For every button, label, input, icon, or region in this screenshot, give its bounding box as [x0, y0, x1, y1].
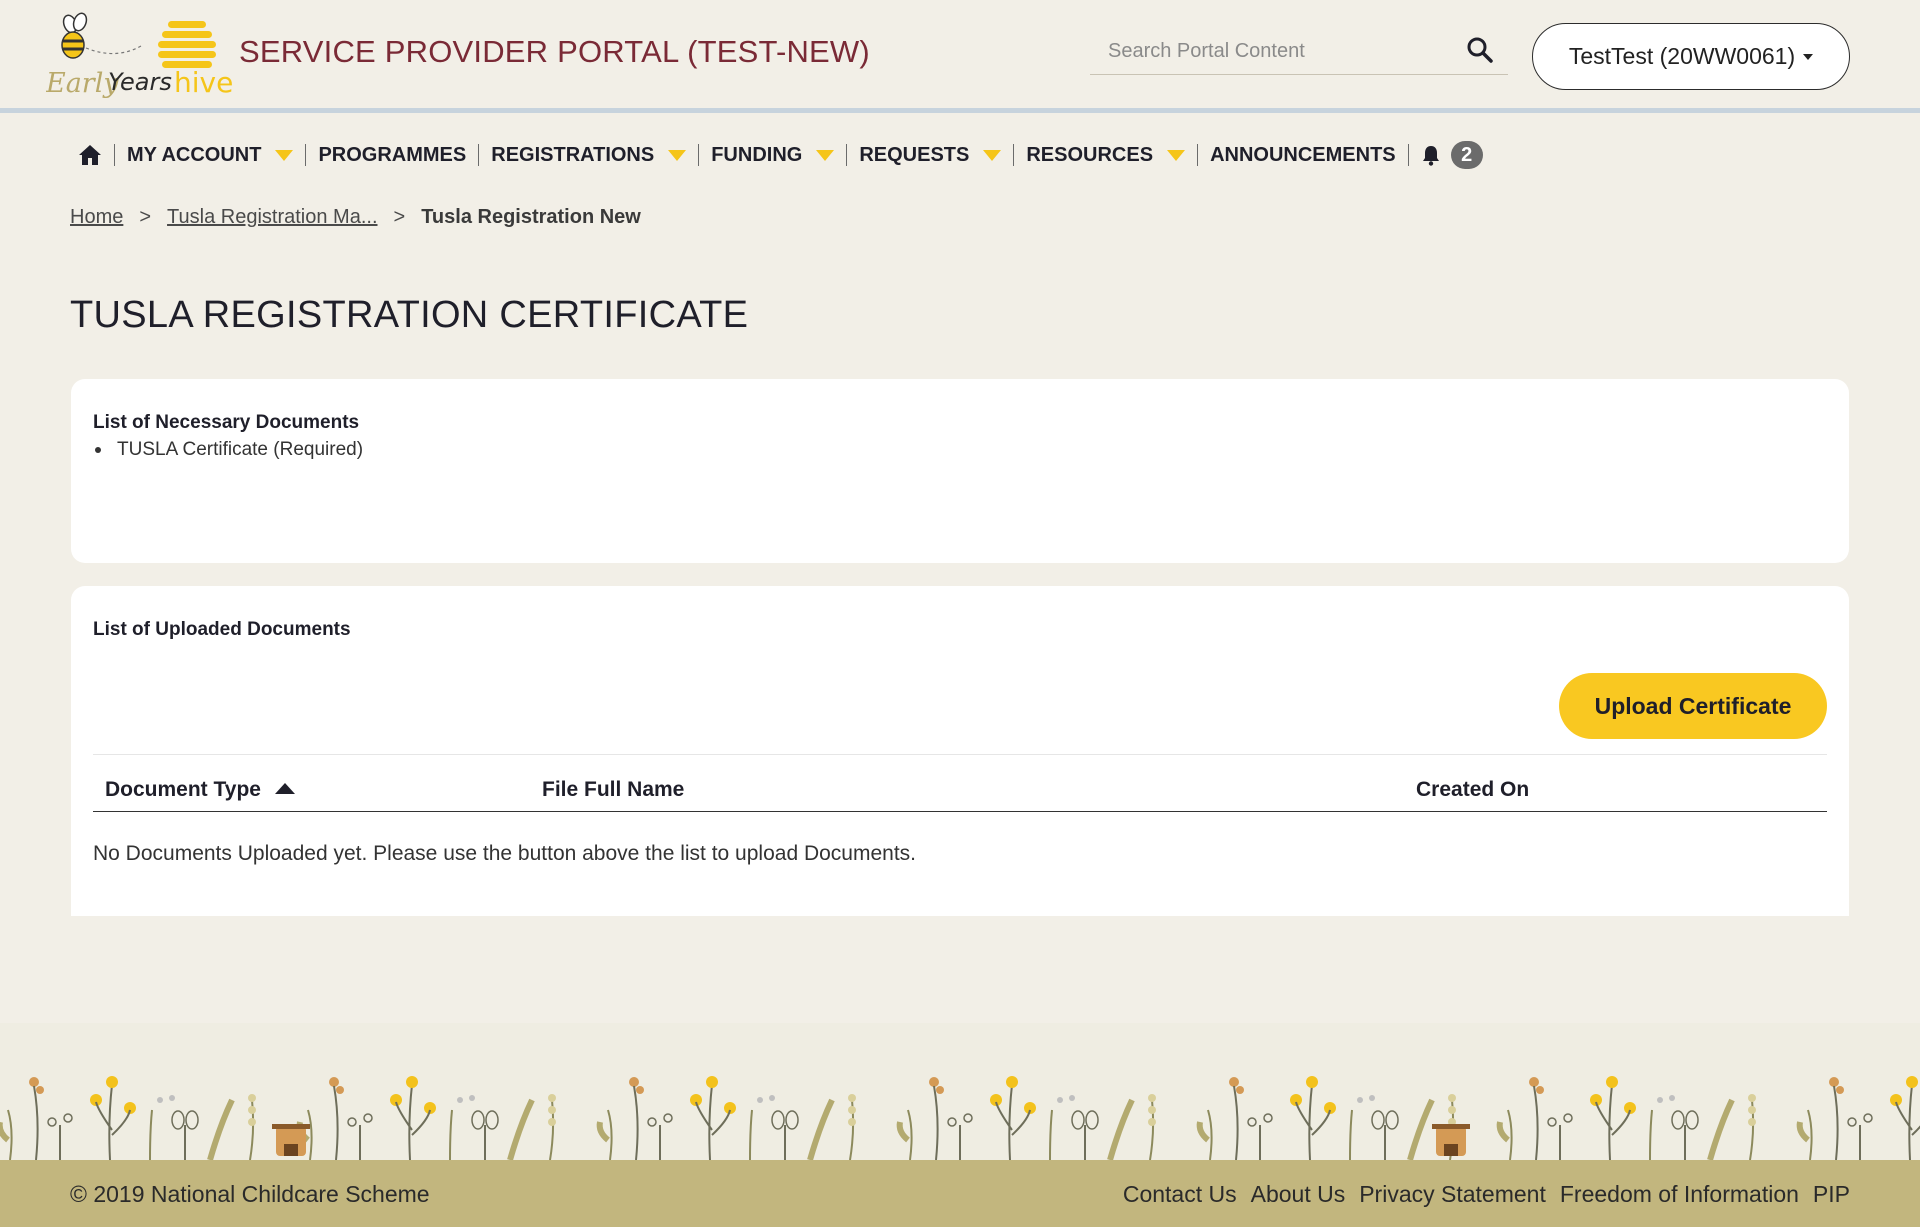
site-header: Early Years hive SERVICE PROVIDER PORTAL…	[0, 0, 1920, 113]
flower-border-decoration	[0, 1070, 1920, 1160]
bullet-icon	[95, 447, 101, 453]
page-title: TUSLA REGISTRATION CERTIFICATE	[70, 294, 749, 336]
nav-funding-label: FUNDING	[711, 143, 803, 166]
sort-ascending-icon	[274, 782, 295, 794]
search-bar	[1090, 28, 1508, 75]
nav-programmes-label: PROGRAMMES	[318, 143, 467, 166]
main-nav: MY ACCOUNT PROGRAMMES REGISTRATIONS FUND…	[74, 137, 1495, 173]
nav-funding[interactable]: FUNDING	[699, 137, 846, 173]
bell-icon	[1422, 146, 1439, 166]
caret-down-icon	[983, 149, 1002, 161]
necessary-documents-list: TUSLA Certificate (Required)	[93, 439, 363, 461]
nav-my-account-label: MY ACCOUNT	[127, 143, 262, 166]
copyright-text: © 2019 National Childcare Scheme	[70, 1181, 430, 1207]
footer-link-pip[interactable]: PIP	[1813, 1181, 1850, 1208]
caret-down-icon	[668, 149, 687, 161]
breadcrumb: Home > Tusla Registration Ma... > Tusla …	[70, 206, 641, 229]
breadcrumb-separator: >	[393, 206, 406, 228]
breadcrumb-current: Tusla Registration New	[421, 206, 641, 228]
necessary-documents-heading: List of Necessary Documents	[93, 412, 360, 433]
svg-text:Years: Years	[108, 68, 172, 96]
documents-table-header: Document Type File Full Name Created On	[93, 768, 1827, 812]
user-account-dropdown[interactable]: TestTest (20WW0061)	[1532, 23, 1850, 90]
nav-announcements[interactable]: ANNOUNCEMENTS	[1198, 137, 1408, 173]
caret-down-icon	[816, 149, 835, 161]
early-years-hive-logo[interactable]: Early Years hive	[45, 10, 236, 102]
search-input[interactable]	[1108, 36, 1438, 66]
notification-count-badge: 2	[1450, 141, 1483, 169]
site-footer: © 2019 National Childcare Scheme Contact…	[0, 1160, 1920, 1227]
nav-resources-label: RESOURCES	[1026, 143, 1154, 166]
divider	[93, 754, 1827, 755]
column-header-created-on[interactable]: Created On	[1416, 768, 1529, 812]
column-header-file-full-name[interactable]: File Full Name	[542, 768, 684, 812]
user-account-label: TestTest (20WW0061)	[1568, 43, 1796, 69]
footer-links: Contact Us About Us Privacy Statement Fr…	[1109, 1181, 1850, 1208]
caret-down-icon	[275, 149, 294, 161]
nav-registrations-label: REGISTRATIONS	[491, 143, 655, 166]
nav-home[interactable]	[74, 137, 114, 173]
bee-logo-icon	[61, 12, 142, 59]
nav-requests-label: REQUESTS	[859, 143, 970, 166]
empty-table-message: No Documents Uploaded yet. Please use th…	[93, 842, 916, 865]
footer-link-about-us[interactable]: About Us	[1251, 1181, 1346, 1208]
search-icon[interactable]	[1466, 36, 1494, 64]
portal-title: SERVICE PROVIDER PORTAL (TEST-NEW)	[239, 34, 870, 69]
breadcrumb-home-link[interactable]: Home	[70, 206, 123, 229]
nav-notifications[interactable]: 2	[1409, 137, 1495, 173]
upload-certificate-button[interactable]: Upload Certificate	[1559, 673, 1827, 739]
nav-my-account[interactable]: MY ACCOUNT	[115, 137, 305, 173]
chevron-down-icon	[1803, 53, 1814, 60]
beehive-decoration-icon	[272, 1124, 310, 1156]
nav-registrations[interactable]: REGISTRATIONS	[479, 137, 698, 173]
caret-down-icon	[1167, 149, 1186, 161]
column-header-label: Created On	[1416, 778, 1530, 801]
footer-link-privacy-statement[interactable]: Privacy Statement	[1359, 1181, 1546, 1208]
necessary-document-label: TUSLA Certificate (Required)	[117, 439, 364, 460]
beehive-decoration-icon	[1432, 1124, 1470, 1156]
nav-requests[interactable]: REQUESTS	[847, 137, 1013, 173]
uploaded-documents-panel: List of Uploaded Documents Upload Certif…	[71, 586, 1849, 916]
home-icon	[79, 145, 101, 165]
footer-link-freedom-of-information[interactable]: Freedom of Information	[1560, 1181, 1799, 1208]
necessary-documents-panel: List of Necessary Documents TUSLA Certif…	[71, 379, 1849, 563]
column-header-label: Document Type	[105, 778, 261, 801]
column-header-document-type[interactable]: Document Type	[105, 768, 295, 812]
nav-announcements-label: ANNOUNCEMENTS	[1210, 143, 1396, 166]
column-header-label: File Full Name	[542, 778, 685, 801]
list-item: TUSLA Certificate (Required)	[93, 439, 363, 461]
uploaded-documents-heading: List of Uploaded Documents	[93, 619, 351, 640]
footer-link-contact-us[interactable]: Contact Us	[1123, 1181, 1237, 1208]
breadcrumb-separator: >	[139, 206, 152, 228]
svg-text:hive: hive	[174, 66, 233, 99]
nav-programmes[interactable]: PROGRAMMES	[306, 137, 478, 173]
nav-resources[interactable]: RESOURCES	[1014, 137, 1197, 173]
hive-icon	[158, 21, 216, 68]
breadcrumb-parent-link[interactable]: Tusla Registration Ma...	[167, 206, 377, 229]
